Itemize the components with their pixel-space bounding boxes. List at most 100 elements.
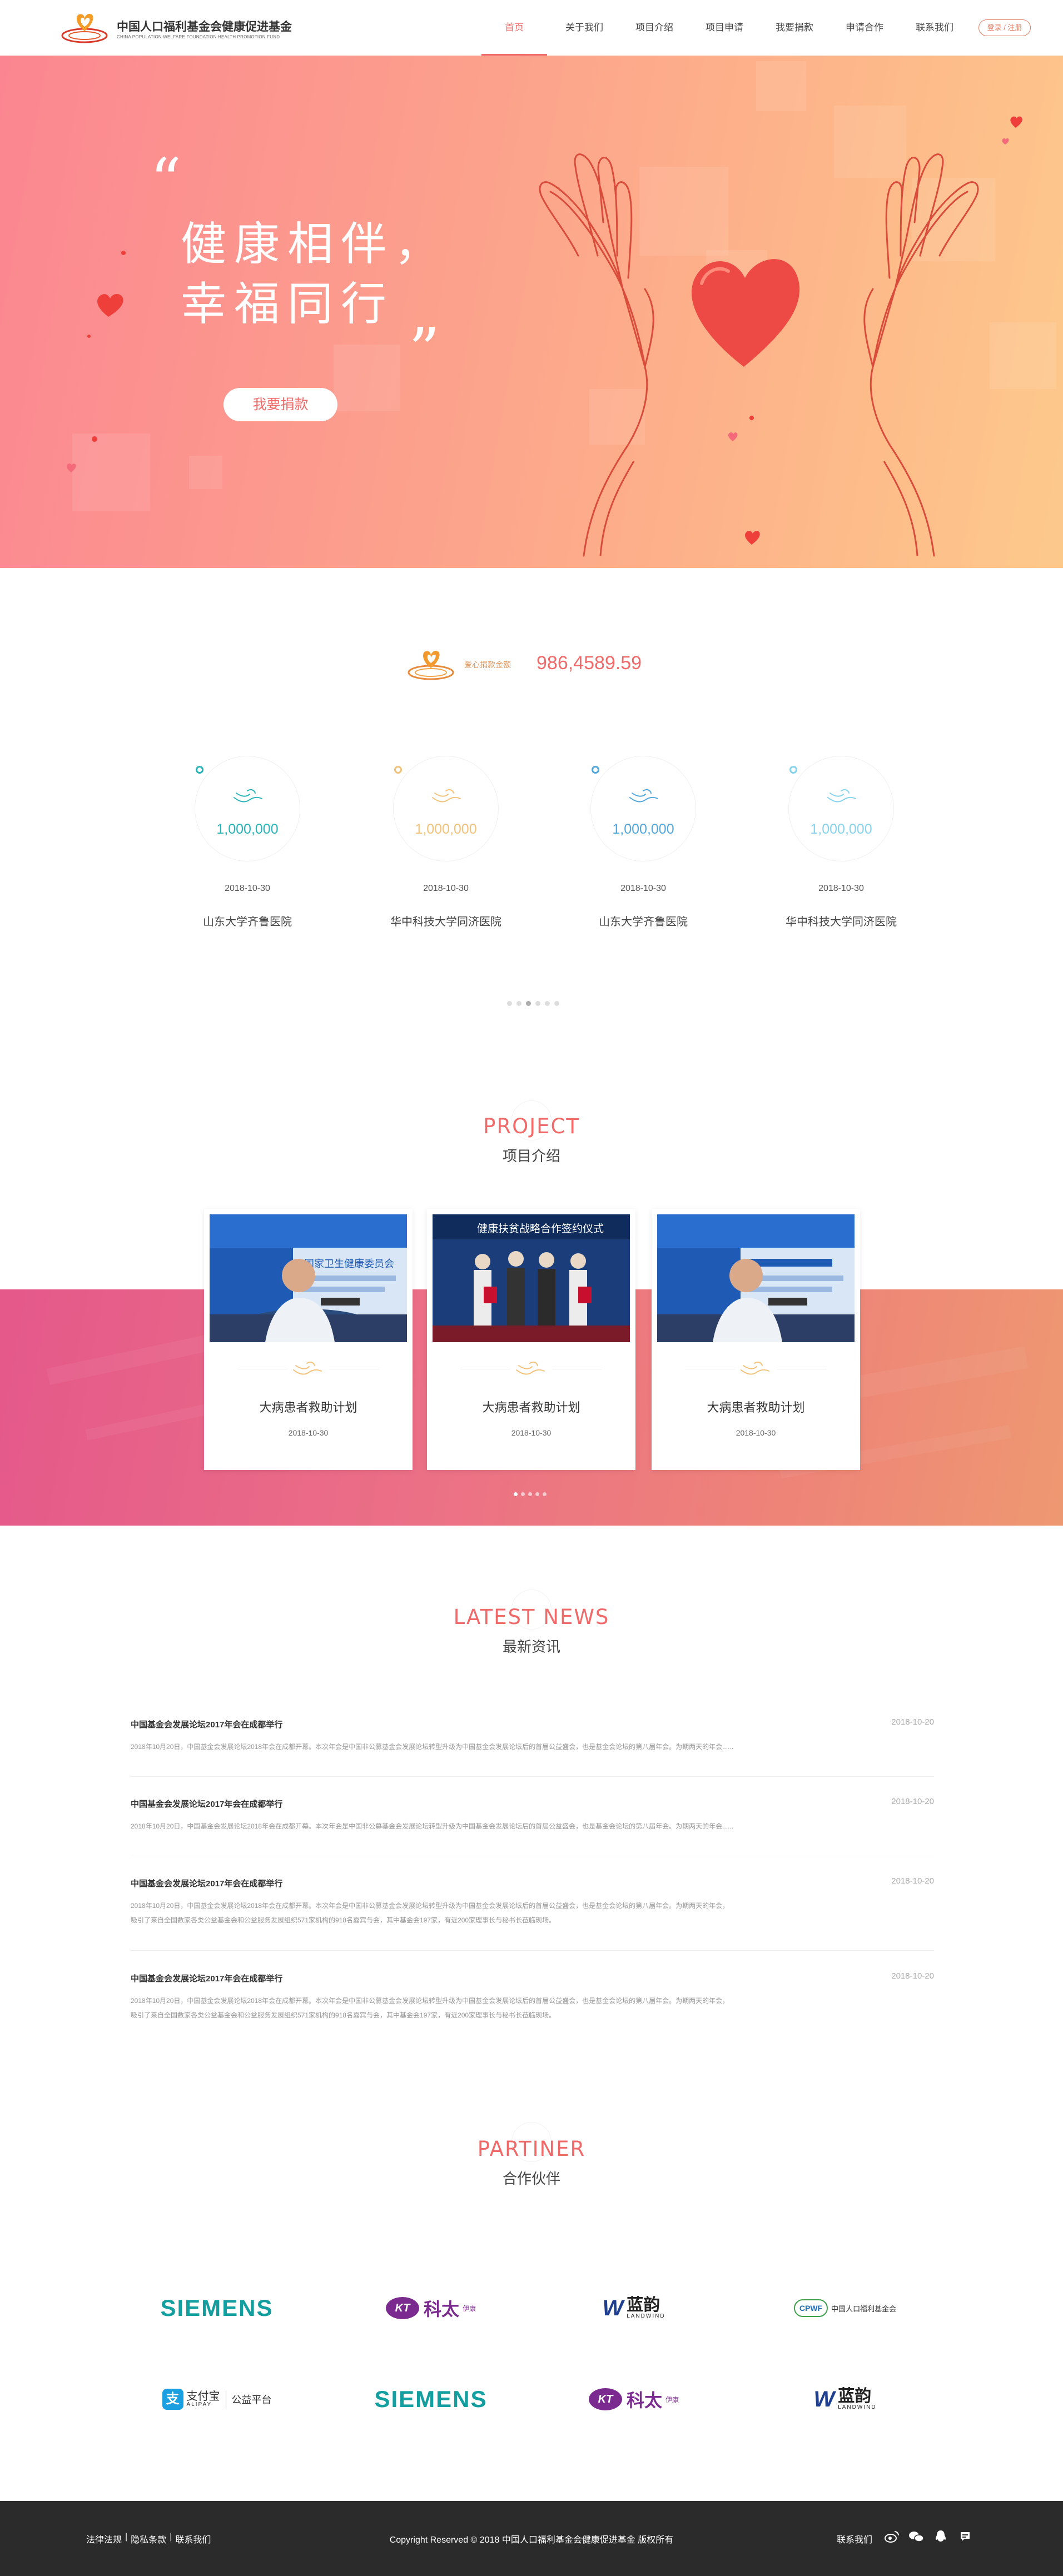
recipient-circle: [393, 756, 499, 861]
news-item[interactable]: 中国基金会发展论坛2017年会在成都举行 2018-10-20 2018年10月…: [131, 1971, 934, 2034]
logo-emblem-icon: [61, 13, 108, 43]
partner-logo-keda[interactable]: KT 科太 伊康: [356, 2289, 506, 2328]
recipients-pagination: [507, 1001, 559, 1006]
nav-item-home[interactable]: 首页: [479, 0, 549, 56]
donate-hands-icon: [432, 789, 461, 803]
donate-hands-icon: [827, 789, 856, 803]
partner-logo-alipay[interactable]: 支 支付宝 ALIPAY 公益平台: [142, 2380, 292, 2419]
recipient-date: 2018-10-30: [620, 884, 666, 893]
site-footer: 法律法规 | 隐私条款 | 联系我们 Copyright Reserved © …: [0, 2501, 1063, 2576]
partner-logo-cpwf[interactable]: CPWF 中国人口福利基金会: [770, 2289, 920, 2328]
footer-social-icons: [884, 2529, 973, 2544]
login-register-button[interactable]: 登录 / 注册: [978, 19, 1031, 36]
pagination-dot[interactable]: [521, 1492, 525, 1496]
recipient-amount: 1,000,000: [810, 821, 872, 837]
recipient-amount: 1,000,000: [216, 821, 279, 837]
project-name: 大病患者救助计划: [707, 1401, 805, 1414]
nav-item-contact[interactable]: 联系我们: [900, 0, 970, 56]
project-card[interactable]: 大病患者救助计划 2018-10-30: [652, 1209, 860, 1470]
partners-title-cn: 合作伙伴: [502, 2170, 560, 2187]
project-card[interactable]: 健康扶贫战略合作签约仪式 大病患者救助计划 2018-10-30: [427, 1209, 635, 1470]
recipient-card[interactable]: 1,000,000 2018-10-30 山东大学齐鲁医院: [563, 745, 724, 945]
nav-item-cooperation[interactable]: 申请合作: [829, 0, 900, 56]
donation-total-label: 爱心捐款金额: [464, 660, 511, 669]
keda-badge: KT: [588, 2388, 622, 2410]
pagination-dot[interactable]: [545, 1001, 550, 1006]
news-section-title: LATEST NEWS 最新资讯: [0, 1605, 1063, 1656]
recipient-name: 山东大学齐鲁医院: [599, 916, 688, 928]
nav-item-donate[interactable]: 我要捐款: [759, 0, 829, 56]
recipient-amount: 1,000,000: [612, 821, 674, 837]
lanyun-text-group: 蓝韵 LANDWIND: [838, 2388, 876, 2410]
news-summary-line: 2018年10月20日，中国基金会发展论坛2018年会在成都开幕。本次年会是中国…: [131, 1997, 729, 2005]
partners-title-en: PARTINER: [477, 2137, 586, 2161]
recipient-circle: [590, 756, 696, 861]
nav-item-projects[interactable]: 项目介绍: [619, 0, 689, 56]
pagination-dot-active[interactable]: [526, 1001, 531, 1006]
news-title: 中国基金会发展论坛2017年会在成都举行: [131, 1974, 283, 1984]
pagination-dot-active[interactable]: [514, 1492, 518, 1496]
news-title-cn: 最新资讯: [502, 1638, 560, 1655]
partner-logo-lanyun[interactable]: W 蓝韵 LANDWIND: [559, 2289, 709, 2328]
news-item[interactable]: 中国基金会发展论坛2017年会在成都举行 2018-10-20 2018年10月…: [131, 1717, 934, 1777]
keda-small-text: 伊康: [665, 2395, 679, 2404]
news-item[interactable]: 中国基金会发展论坛2017年会在成都举行 2018-10-20 2018年10月…: [131, 1797, 934, 1856]
partner-logo-siemens[interactable]: SIEMENS: [142, 2289, 292, 2328]
site-logo[interactable]: 中国人口福利基金会健康促进基金 CHINA POPULATION WELFARE…: [60, 9, 294, 46]
hero-banner: “ 健康相伴， 幸福同行 ” 我要捐款: [0, 56, 1063, 568]
news-summary-line: 吸引了来自全国数家各类公益基金会和公益服务发展组织571家机构的918名嘉宾与会…: [131, 1916, 556, 1924]
pagination-dot[interactable]: [528, 1492, 532, 1496]
news-date: 2018-10-20: [891, 1971, 934, 1981]
recipient-dot: [196, 766, 203, 774]
pagination-dot[interactable]: [507, 1001, 512, 1006]
projects-section-title: PROJECT 项目介绍: [0, 1114, 1063, 1165]
recipient-card[interactable]: 1,000,000 2018-10-30 华中科技大学同济医院: [365, 745, 526, 945]
hero-slogan-line-2: 幸福同行: [181, 278, 395, 331]
message-icon[interactable]: [957, 2529, 973, 2544]
keda-text: 科太: [423, 2299, 459, 2319]
news-date: 2018-10-20: [891, 1717, 934, 1727]
news-date: 2018-10-20: [891, 1797, 934, 1806]
partners-section-title: PARTINER 合作伙伴: [0, 2137, 1063, 2188]
cpwf-badge: CPWF: [793, 2299, 828, 2317]
logo-subtitle: CHINA POPULATION WELFARE FOUNDATION HEAL…: [117, 34, 280, 39]
footer-contact-label: 联系我们: [837, 2535, 873, 2545]
wechat-icon[interactable]: [908, 2529, 924, 2544]
recipient-card[interactable]: 1,000,000 2018-10-30 华中科技大学同济医院: [761, 745, 922, 945]
keda-badge: KT: [385, 2297, 419, 2319]
keda-text: 科太: [626, 2390, 662, 2410]
project-card[interactable]: 国家卫生健康委员会 大病患者救助计划 2018-10-30: [204, 1209, 413, 1470]
projects-title-cn: 项目介绍: [502, 1148, 560, 1164]
recipient-date: 2018-10-30: [225, 884, 270, 893]
alipay-en: ALIPAY: [186, 2401, 212, 2408]
pagination-dot[interactable]: [543, 1492, 547, 1496]
recipient-amount: 1,000,000: [415, 821, 477, 837]
partner-logo-keda[interactable]: KT 科太 伊康: [559, 2380, 709, 2419]
recipient-dot: [592, 766, 599, 774]
nav-item-about[interactable]: 关于我们: [549, 0, 619, 56]
pagination-dot[interactable]: [535, 1001, 540, 1006]
site-header: 中国人口福利基金会健康促进基金 CHINA POPULATION WELFARE…: [0, 0, 1063, 56]
lanyun-en: LANDWIND: [627, 2313, 665, 2319]
project-photo: [657, 1214, 855, 1342]
hero-donate-button[interactable]: 我要捐款: [223, 388, 337, 421]
nav-item-apply[interactable]: 项目申请: [689, 0, 759, 56]
hands-heart-illustration: [67, 116, 1022, 557]
speaker-banner-text: 国家卫生健康委员会: [304, 1258, 394, 1270]
pagination-dot[interactable]: [535, 1492, 539, 1496]
partner-logo-siemens[interactable]: SIEMENS: [356, 2380, 506, 2419]
qq-icon[interactable]: [933, 2529, 948, 2544]
partner-logo-lanyun[interactable]: W 蓝韵 LANDWIND: [770, 2380, 920, 2419]
pagination-dot[interactable]: [554, 1001, 559, 1006]
siemens-wordmark: SIEMENS: [160, 2295, 274, 2321]
news-item[interactable]: 中国基金会发展论坛2017年会在成都举行 2018-10-20 2018年10月…: [131, 1876, 934, 1951]
pagination-dot[interactable]: [516, 1001, 521, 1006]
weibo-icon[interactable]: [884, 2529, 900, 2544]
recipient-card[interactable]: 1,000,000 2018-10-30 山东大学齐鲁医院: [167, 745, 328, 945]
project-date: 2018-10-30: [288, 1428, 329, 1437]
news-summary: 2018年10月20日，中国基金会发展论坛2018年会在成都开幕。本次年会是中国…: [131, 1994, 798, 2022]
project-date: 2018-10-30: [511, 1428, 552, 1437]
donation-total: 爱心捐款金额 986,4589.59: [406, 645, 684, 684]
project-photo: 健康扶贫战略合作签约仪式: [433, 1214, 630, 1342]
logo-title: 中国人口福利基金会健康促进基金: [117, 21, 292, 33]
